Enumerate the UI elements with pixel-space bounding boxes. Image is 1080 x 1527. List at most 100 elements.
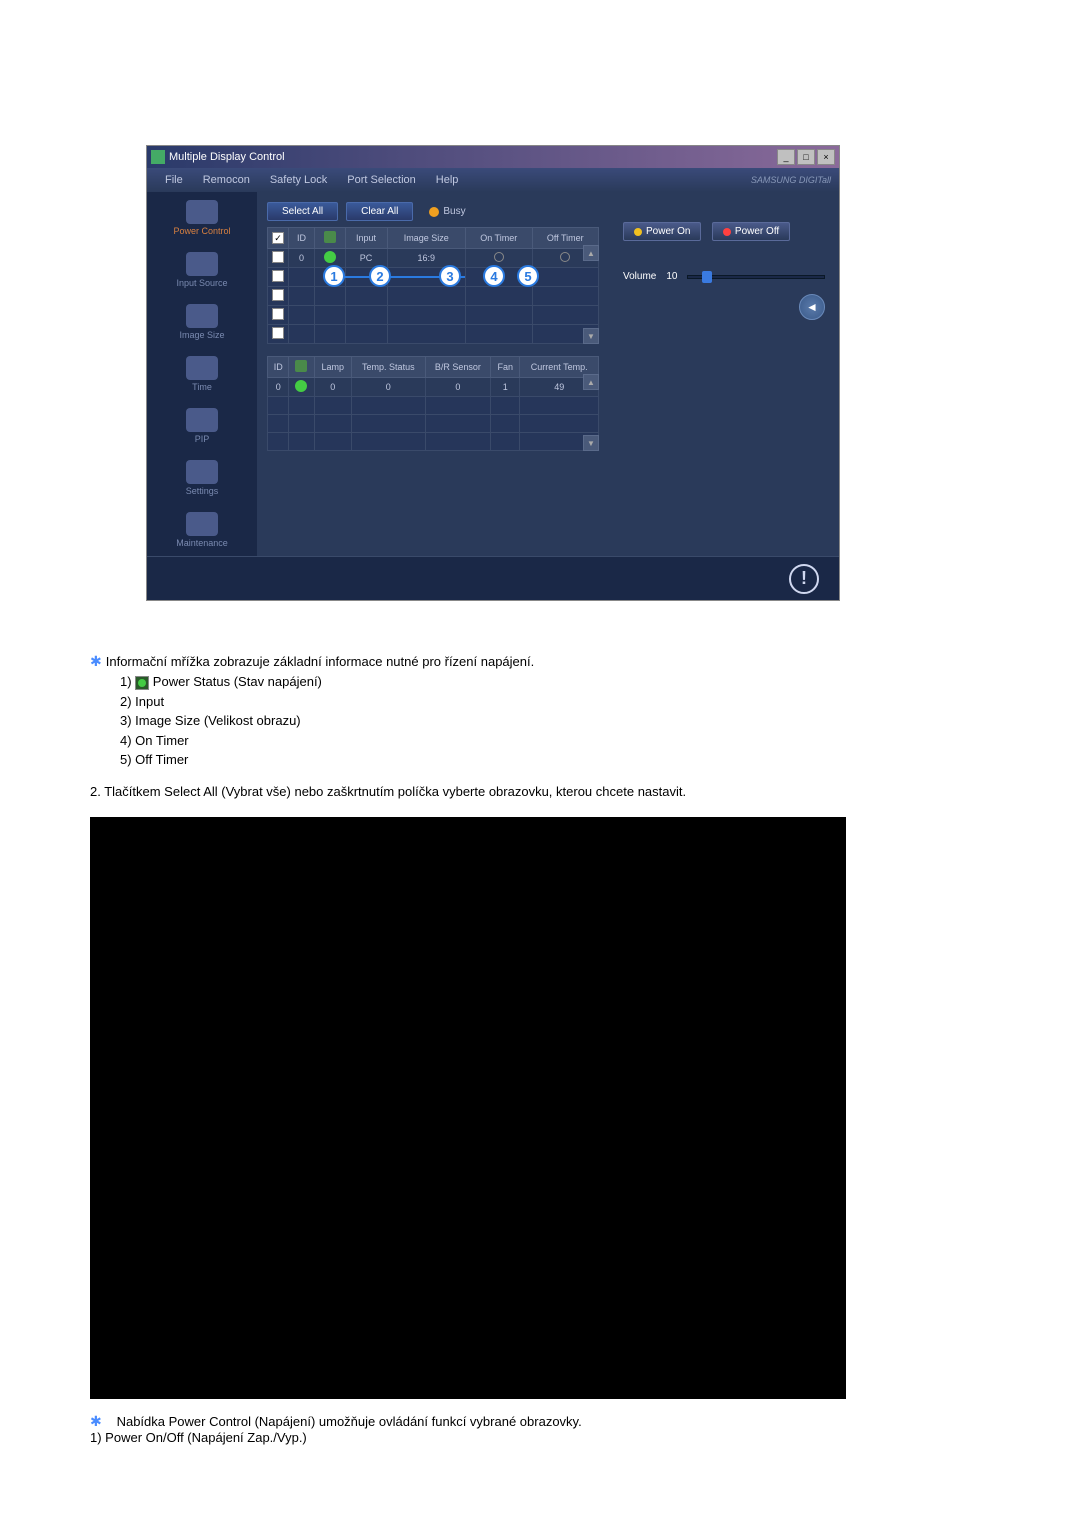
time-icon (186, 356, 218, 380)
sidebar: Power Control Input Source Image Size Ti… (147, 192, 257, 556)
table-row (268, 397, 599, 415)
menu-port-selection[interactable]: Port Selection (337, 174, 425, 186)
menu-file[interactable]: File (155, 174, 193, 186)
settings-icon (186, 460, 218, 484)
sidebar-label: Input Source (176, 278, 227, 288)
brand-label: SAMSUNG DIGITall (751, 175, 831, 185)
minimize-button[interactable]: _ (777, 149, 795, 165)
header-status (315, 228, 345, 249)
sidebar-image-size[interactable]: Image Size (147, 296, 257, 348)
cell-id: 0 (268, 378, 289, 397)
table-row[interactable]: 0 0 0 0 1 49 (268, 378, 599, 397)
header-lamp: Lamp (314, 357, 352, 378)
sidebar-label: PIP (195, 434, 210, 444)
app-icon (151, 150, 165, 164)
app-window: Multiple Display Control _ □ × File Remo… (146, 145, 840, 601)
maintenance-icon (186, 512, 218, 536)
callout-5: 5 (517, 265, 539, 287)
info-grid-1: ID Input Image Size On Timer Off Timer 0… (267, 227, 599, 344)
on-timer-icon (494, 252, 504, 262)
header-checkbox[interactable] (268, 228, 289, 249)
close-button[interactable]: × (817, 149, 835, 165)
description-3: ✱ Nabídka Power Control (Napájení) umožň… (90, 1413, 1080, 1445)
busy-dot-icon (429, 207, 439, 217)
row-checkbox[interactable] (272, 251, 284, 263)
header-status (289, 357, 314, 378)
menu-safety-lock[interactable]: Safety Lock (260, 174, 337, 186)
header-image-size: Image Size (387, 228, 465, 249)
header-on-timer: On Timer (465, 228, 532, 249)
image-size-icon (186, 304, 218, 328)
power-control-icon (186, 200, 218, 224)
menu-help[interactable]: Help (426, 174, 469, 186)
header-br-sensor: B/R Sensor (425, 357, 491, 378)
sidebar-maintenance[interactable]: Maintenance (147, 504, 257, 556)
title-bar: Multiple Display Control _ □ × (147, 146, 839, 168)
callout-3: 3 (439, 265, 461, 287)
status-green-icon (295, 380, 307, 392)
power-off-button[interactable]: Power Off (712, 222, 790, 241)
busy-label: Busy (443, 206, 465, 217)
desc-item-4: On Timer (135, 733, 188, 748)
menu-remocon[interactable]: Remocon (193, 174, 260, 186)
callout-1: 1 (323, 265, 345, 287)
sidebar-label: Image Size (179, 330, 224, 340)
power-on-label: Power On (646, 226, 690, 237)
power-on-button[interactable]: Power On (623, 222, 701, 241)
info-grid-2: ID Lamp Temp. Status B/R Sensor Fan Curr… (267, 356, 599, 451)
window-title: Multiple Display Control (169, 151, 285, 163)
scroll-down-button[interactable]: ▼ (583, 328, 599, 344)
volume-slider[interactable] (687, 275, 825, 279)
menu-bar: File Remocon Safety Lock Port Selection … (147, 168, 839, 192)
alert-icon: ! (789, 564, 819, 594)
scroll-down-button[interactable]: ▼ (583, 435, 599, 451)
status-header-icon (295, 360, 307, 372)
star-icon: ✱ (90, 1413, 102, 1429)
header-temp-status: Temp. Status (352, 357, 425, 378)
scroll-up-button[interactable]: ▲ (583, 245, 599, 261)
volume-value: 10 (666, 271, 677, 282)
star-icon: ✱ (90, 653, 102, 669)
cell-temp-status: 0 (352, 378, 425, 397)
table-row (268, 325, 599, 344)
select-all-button[interactable]: Select All (267, 202, 338, 221)
desc3-line1: Nabídka Power Control (Napájení) umožňuj… (117, 1414, 582, 1429)
table-row (268, 306, 599, 325)
header-fan: Fan (491, 357, 520, 378)
description-block: ✱ Informační mřížka zobrazuje základní in… (90, 651, 1080, 770)
description-2: 2. Tlačítkem Select All (Vybrat vše) neb… (90, 784, 1080, 799)
cell-fan: 1 (491, 378, 520, 397)
callout-4: 4 (483, 265, 505, 287)
sidebar-time[interactable]: Time (147, 348, 257, 400)
sidebar-label: Time (192, 382, 212, 392)
header-input: Input (345, 228, 387, 249)
off-timer-icon (560, 252, 570, 262)
sidebar-settings[interactable]: Settings (147, 452, 257, 504)
right-panel: Power On Power Off Volume 10 ◄ (609, 192, 839, 556)
volume-control: Volume 10 (623, 271, 825, 282)
input-source-icon (186, 252, 218, 276)
header-id: ID (268, 357, 289, 378)
sidebar-power-control[interactable]: Power Control (147, 192, 257, 244)
table-row (268, 433, 599, 451)
sidebar-label: Settings (186, 486, 219, 496)
screenshot-placeholder (90, 817, 846, 1399)
clear-all-button[interactable]: Clear All (346, 202, 413, 221)
table-row (268, 415, 599, 433)
volume-thumb[interactable] (702, 271, 712, 283)
mute-button[interactable]: ◄ (799, 294, 825, 320)
scroll-up-button[interactable]: ▲ (583, 374, 599, 390)
header-id: ID (289, 228, 315, 249)
toolbar: Select All Clear All Busy (267, 202, 599, 221)
desc3-line2: 1) Power On/Off (Napájení Zap./Vyp.) (90, 1430, 1080, 1445)
sidebar-input-source[interactable]: Input Source (147, 244, 257, 296)
maximize-button[interactable]: □ (797, 149, 815, 165)
desc-item-3: Image Size (Velikost obrazu) (135, 713, 300, 728)
desc-intro: Informační mřížka zobrazuje základní inf… (106, 654, 535, 669)
sidebar-label: Power Control (173, 226, 230, 236)
pip-icon (186, 408, 218, 432)
volume-label: Volume (623, 271, 656, 282)
status-header-icon (324, 231, 336, 243)
sidebar-pip[interactable]: PIP (147, 400, 257, 452)
status-green-icon (324, 251, 336, 263)
